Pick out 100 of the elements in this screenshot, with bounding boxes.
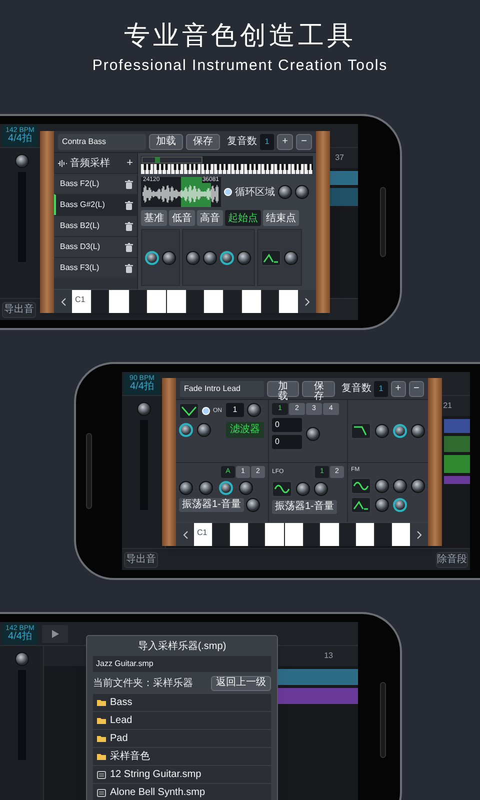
knob[interactable] <box>162 250 176 264</box>
sample-list-item[interactable]: Bass G#2(L) <box>54 194 137 215</box>
waveform-drawing[interactable] <box>141 177 221 207</box>
knob[interactable] <box>145 250 159 264</box>
piano-key[interactable] <box>284 523 303 546</box>
tab[interactable]: 高音 <box>197 210 223 226</box>
piano-key[interactable] <box>356 523 374 546</box>
stepper-field[interactable]: 0 <box>272 418 302 432</box>
trash-icon[interactable] <box>125 242 133 252</box>
export-button[interactable]: 导出音 <box>124 552 158 568</box>
export-button[interactable]: 导出音 <box>2 302 36 318</box>
knob[interactable] <box>411 479 425 493</box>
save-button[interactable]: 保存 <box>186 134 220 150</box>
knob[interactable] <box>219 481 233 495</box>
piano-key[interactable] <box>278 290 298 313</box>
knob[interactable] <box>411 424 425 438</box>
previous-octave-button[interactable] <box>54 290 72 313</box>
knob[interactable] <box>284 250 298 264</box>
knob[interactable] <box>393 498 407 512</box>
knob[interactable] <box>296 482 310 496</box>
file-list-item[interactable]: Lead <box>93 712 271 730</box>
knob[interactable] <box>186 250 200 264</box>
sample-name: Bass F2(L) <box>60 178 100 190</box>
tab[interactable]: 基准 <box>141 210 167 226</box>
knob[interactable] <box>220 250 234 264</box>
load-button[interactable]: 加载 <box>149 134 183 150</box>
file-list-item[interactable]: 12 String Guitar.smp <box>93 766 271 784</box>
sample-list-item[interactable]: Bass F2(L) <box>54 173 137 194</box>
file-list-item[interactable]: Bass <box>93 694 271 712</box>
piano-key[interactable]: C1 <box>72 290 92 313</box>
tab[interactable]: 起始点 <box>225 210 261 226</box>
remove-button[interactable]: − <box>408 380 424 396</box>
trash-icon[interactable] <box>125 200 133 210</box>
tab[interactable]: 低音 <box>169 210 195 226</box>
knob[interactable] <box>393 479 407 493</box>
piano-key[interactable] <box>230 523 248 546</box>
knob[interactable] <box>375 424 389 438</box>
delete-button[interactable]: 除音段 <box>436 552 468 568</box>
glide-curve-icon[interactable] <box>261 250 281 266</box>
folder-path: 当前文件夹：采样乐器 <box>93 676 193 690</box>
knob[interactable] <box>136 402 150 416</box>
glide-curve-icon[interactable] <box>351 497 371 513</box>
piano-key[interactable] <box>392 523 410 546</box>
file-list-item[interactable]: 采样音色 <box>93 748 271 766</box>
knob[interactable] <box>179 423 193 437</box>
file-name-field[interactable]: Jazz Guitar.smp <box>93 656 271 672</box>
back-button[interactable]: 返回上一级 <box>211 676 271 690</box>
remove-button[interactable]: − <box>296 134 312 150</box>
knob[interactable] <box>199 481 213 495</box>
knob[interactable] <box>203 250 217 264</box>
filter-button[interactable]: 滤波器 <box>226 422 264 438</box>
knob[interactable] <box>295 185 309 199</box>
knob[interactable] <box>237 250 251 264</box>
toolbar-button[interactable] <box>42 624 68 642</box>
trash-icon[interactable] <box>125 222 133 230</box>
knob[interactable] <box>179 481 193 495</box>
tab[interactable]: 结束点 <box>263 210 299 226</box>
dropdown[interactable]: 振荡器1-音量 <box>179 498 244 512</box>
piano-key[interactable] <box>146 290 166 313</box>
knob[interactable] <box>375 479 389 493</box>
knob[interactable] <box>246 498 260 512</box>
piano-key[interactable]: C1 <box>194 523 212 546</box>
previous-octave-button[interactable] <box>176 523 194 546</box>
loop-toggle[interactable] <box>224 188 232 196</box>
piano-keyboard-drawing[interactable] <box>141 156 313 174</box>
knob[interactable] <box>314 482 328 496</box>
dropdown[interactable]: 振荡器1-音量 <box>272 500 337 514</box>
file-list-item[interactable]: Pad <box>93 730 271 748</box>
trash-icon[interactable] <box>125 264 133 272</box>
ramp-wave-icon[interactable] <box>179 403 199 419</box>
knob[interactable] <box>239 481 253 495</box>
piano-key[interactable] <box>166 290 186 313</box>
filter-curve-icon[interactable] <box>351 423 371 439</box>
piano-key[interactable] <box>204 290 224 313</box>
knob[interactable] <box>306 426 320 440</box>
sample-list-item[interactable]: Bass F3(L) <box>54 257 137 278</box>
preset-name-field[interactable]: Fade Intro Lead <box>180 380 264 396</box>
step-display[interactable]: 1 <box>226 403 244 417</box>
knob[interactable] <box>14 154 28 168</box>
knob[interactable] <box>375 498 389 512</box>
knob[interactable] <box>393 424 407 438</box>
piano-key[interactable] <box>242 290 261 313</box>
sample-list-item[interactable]: Bass B2(L) <box>54 215 137 236</box>
power-toggle[interactable] <box>202 407 210 415</box>
add-button[interactable]: + <box>277 134 293 150</box>
preset-name-field[interactable]: Contra Bass <box>58 134 146 150</box>
next-octave-button[interactable] <box>410 523 428 546</box>
add-button[interactable]: + <box>390 380 406 396</box>
knob[interactable] <box>278 185 292 199</box>
trash-icon[interactable] <box>125 180 133 188</box>
knob[interactable] <box>247 403 261 417</box>
sine-wave-icon[interactable] <box>351 478 371 494</box>
file-list-item[interactable]: Alone Bell Synth.smp <box>93 784 271 800</box>
sample-list-item[interactable]: Bass D3(L) <box>54 236 137 257</box>
next-octave-button[interactable] <box>298 290 316 313</box>
knob[interactable] <box>197 423 211 437</box>
add-sample-button[interactable]: + <box>126 158 133 168</box>
sine-wave-icon[interactable] <box>272 481 292 497</box>
stepper-field[interactable]: 0 <box>272 435 302 449</box>
knob[interactable] <box>14 652 28 666</box>
